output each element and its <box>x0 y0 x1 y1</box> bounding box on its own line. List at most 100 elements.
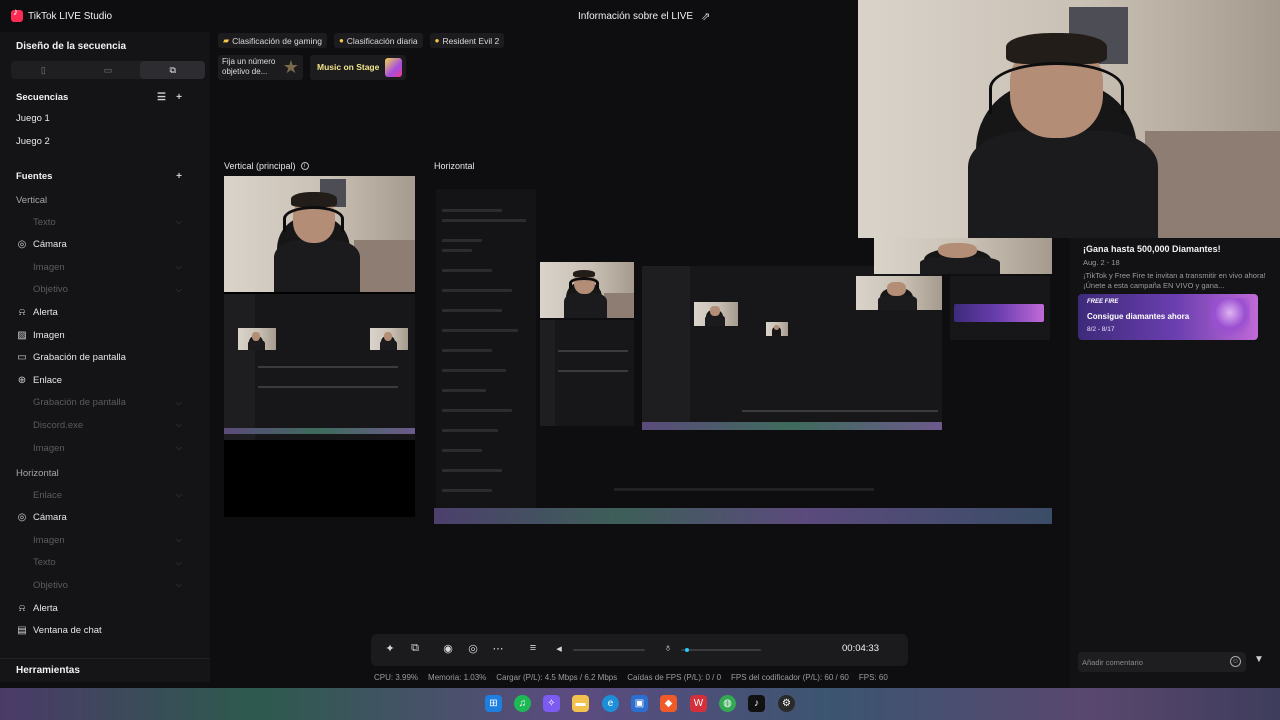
scenes-title: Secuencias <box>16 91 69 103</box>
brave-icon[interactable]: ◆ <box>660 695 677 712</box>
promo-character-image <box>1210 298 1250 340</box>
speaker-icon[interactable]: ◂ <box>552 642 566 655</box>
source-item[interactable]: Texto ⌵ <box>16 213 196 231</box>
image-icon: ▨ <box>17 329 27 341</box>
add-source-icon[interactable]: + <box>176 171 182 182</box>
steam-icon[interactable]: ⚙ <box>778 695 795 712</box>
chevron-down-icon[interactable]: ⌵ <box>176 285 182 295</box>
webcam-overlay <box>858 0 1280 238</box>
sources-header: Fuentes + <box>16 167 196 185</box>
mic-level-indicator <box>685 648 689 652</box>
source-item[interactable]: Imagen ⌵ <box>16 531 196 549</box>
share-icon[interactable]: ⇗ <box>701 10 710 23</box>
more-icon[interactable]: ⋯ <box>491 642 505 655</box>
scene-item[interactable]: Juego 1 <box>16 109 196 127</box>
add-scene-icon[interactable]: + <box>176 92 182 103</box>
source-item[interactable]: Discord.exe ⌵ <box>16 416 196 434</box>
gaming-ranking-chip[interactable]: ▰ Clasificación de gaming <box>218 33 327 48</box>
camera-source[interactable] <box>224 176 415 292</box>
sources-title: Fuentes <box>16 170 53 182</box>
source-item[interactable]: Objetivo ⌵ <box>16 281 196 299</box>
screen-capture-source[interactable] <box>224 294 415 440</box>
source-item[interactable]: ▭ Grabación de pantalla <box>16 349 196 367</box>
chevron-down-icon[interactable]: ⌵ <box>176 420 182 430</box>
windows-taskbar: ⊞ ♫ ✧ ▬ e ▣ ◆ W ◍ ♪ ⚙ <box>0 688 1280 720</box>
scene-item[interactable]: Juego 2 <box>16 132 196 150</box>
group-label: Vertical <box>16 194 48 206</box>
source-label: Cámara <box>33 512 67 524</box>
promo-banner[interactable]: FREE FIRE Consigue diamantes ahora 8/2 -… <box>1078 294 1258 340</box>
source-item[interactable]: ⍾ Alerta <box>16 303 196 321</box>
wps-icon[interactable]: W <box>690 695 707 712</box>
daily-ranking-chip[interactable]: ● Clasificación diaria <box>333 33 423 48</box>
emoji-icon[interactable]: ☺ <box>1230 656 1241 667</box>
nested-chat <box>950 276 1050 340</box>
microphone-icon[interactable]: ♁ <box>661 642 675 654</box>
chrome-icon[interactable]: ◍ <box>719 695 736 712</box>
file-explorer-icon[interactable]: ▬ <box>572 695 589 712</box>
chevron-down-icon[interactable]: ⌵ <box>176 262 182 272</box>
chevron-down-icon[interactable]: ⌵ <box>176 535 182 545</box>
horizontal-layout-button[interactable]: ▭ <box>76 61 141 79</box>
list-icon[interactable]: ☰ <box>157 92 166 103</box>
comment-placeholder: Añadir comentario <box>1082 657 1143 667</box>
live-info-button[interactable]: Información sobre el LIVE ⇗ <box>578 10 710 23</box>
chevron-down-icon[interactable]: ⌵ <box>176 443 182 453</box>
source-item[interactable]: Objetivo ⌵ <box>16 576 196 594</box>
goal-card[interactable]: Fija un número objetivo de... ★ <box>218 55 303 80</box>
source-item[interactable]: Enlace ⌵ <box>16 486 196 504</box>
game-chip[interactable]: ● Resident Evil 2 <box>429 33 505 48</box>
live-settings-icon[interactable]: ◎ <box>466 642 480 655</box>
comment-input[interactable]: Añadir comentario <box>1078 652 1246 672</box>
tools-label: Herramientas <box>16 665 80 676</box>
spotify-icon[interactable]: ♫ <box>514 695 531 712</box>
store-icon[interactable]: ▣ <box>631 695 648 712</box>
medal-icon: ● <box>338 36 344 45</box>
scene-switch-icon[interactable]: ⧉ <box>408 642 422 655</box>
source-item[interactable]: ◎ Cámara <box>16 236 196 254</box>
chevron-down-icon[interactable]: ⌵ <box>176 217 182 227</box>
copilot-icon[interactable]: ✧ <box>543 695 560 712</box>
windows-start-icon[interactable]: ⊞ <box>485 695 502 712</box>
source-item[interactable]: ⊕ Enlace <box>16 371 196 389</box>
tiktok-studio-icon[interactable]: ♪ <box>748 695 765 712</box>
source-item[interactable]: ◎ Cámara <box>16 509 196 527</box>
mic-volume-slider[interactable] <box>681 649 761 651</box>
source-item[interactable]: Imagen ⌵ <box>16 439 196 457</box>
source-item[interactable]: Imagen ⌵ <box>16 258 196 276</box>
tools-button[interactable]: Herramientas <box>0 658 210 682</box>
chevron-down-icon[interactable]: ⌵ <box>176 490 182 500</box>
control-bar: ✦ ⧉ ◉ ◎ ⋯ ≡ ◂ ♁ 00:04:33 <box>371 634 908 666</box>
nested-screen <box>540 320 634 426</box>
chevron-down-icon[interactable]: ⌵ <box>176 398 182 408</box>
promo-brand: FREE FIRE <box>1087 299 1119 305</box>
source-item[interactable]: Texto ⌵ <box>16 554 196 572</box>
promo-cta: Consigue diamantes ahora <box>1087 312 1190 321</box>
speaker-volume-slider[interactable] <box>573 649 645 651</box>
magic-wand-icon[interactable]: ✦ <box>383 642 397 655</box>
source-label: Imagen <box>33 329 65 341</box>
vertical-preview-label: Vertical (principal) i <box>224 161 309 171</box>
info-icon[interactable]: i <box>300 162 309 170</box>
encoder-fps-stat: FPS del codificador (P/L): 60 / 60 <box>731 673 849 682</box>
nested-camera <box>540 262 634 318</box>
group-label: Horizontal <box>16 467 59 479</box>
source-item[interactable]: ▤ Ventana de chat <box>16 622 196 640</box>
live-timer: 00:04:33 <box>842 643 879 654</box>
source-label: Texto <box>33 557 56 569</box>
dual-layout-icon: ⧉ <box>169 64 176 75</box>
record-icon[interactable]: ◉ <box>441 642 455 655</box>
edge-icon[interactable]: e <box>602 695 619 712</box>
source-item[interactable]: ▨ Imagen <box>16 326 196 344</box>
source-item[interactable]: ⍾ Alerta <box>16 599 196 617</box>
trophy-icon: ▰ <box>223 36 230 45</box>
filter-icon[interactable]: ▼ <box>1254 654 1264 665</box>
dual-layout-button[interactable]: ⧉ <box>140 61 206 79</box>
chevron-down-icon[interactable]: ⌵ <box>176 580 182 590</box>
music-on-stage-card[interactable]: Music on Stage <box>310 55 406 80</box>
chevron-down-icon[interactable]: ⌵ <box>176 558 182 568</box>
vertical-preview[interactable] <box>224 176 415 517</box>
sliders-icon[interactable]: ≡ <box>526 642 540 654</box>
source-item[interactable]: Grabación de pantalla ⌵ <box>16 394 196 412</box>
vertical-layout-button[interactable]: ▯ <box>11 61 76 79</box>
